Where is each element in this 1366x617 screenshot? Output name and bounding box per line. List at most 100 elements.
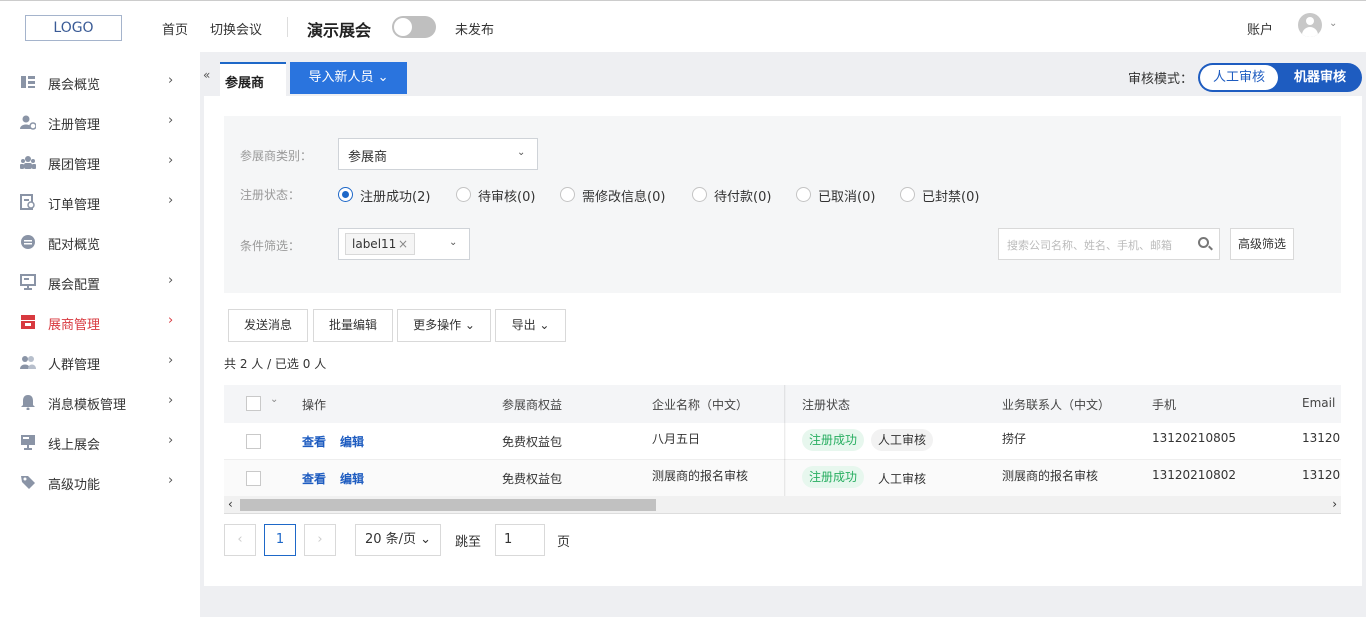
sidebar-item-message-template[interactable]: 消息模板管理 › (0, 382, 200, 422)
category-select[interactable]: 参展商 ⌄ (338, 138, 538, 170)
radio-label: 待付款(0) (714, 190, 772, 205)
page-size-select[interactable]: 20 条/页 ⌄ (355, 524, 441, 556)
publish-toggle[interactable] (392, 16, 436, 38)
table-header: ⌄ 操作 参展商权益 企业名称（中文） 注册状态 业务联系人（中文） 手机 Em… (224, 385, 1341, 423)
send-message-button[interactable]: 发送消息 (228, 309, 308, 342)
nav-home[interactable]: 首页 (162, 19, 188, 38)
chevron-right-icon: › (168, 153, 174, 168)
sidebar-item-match[interactable]: 配对概览 (0, 222, 200, 262)
sidebar-item-label: 人群管理 (48, 358, 101, 373)
radio-ring (796, 187, 811, 202)
sidebar-item-advanced[interactable]: 高级功能 › (0, 462, 200, 502)
col-status: 注册状态 (802, 398, 851, 412)
sidebar-item-exhibitor[interactable]: 展商管理 › (0, 302, 200, 342)
sidebar-item-crowd[interactable]: 人群管理 › (0, 342, 200, 382)
crowd-icon (20, 356, 36, 369)
chevron-right-icon: › (168, 473, 174, 488)
bell-icon (21, 395, 35, 410)
chevron-right-icon: › (168, 313, 174, 328)
search-icon[interactable] (1198, 237, 1209, 248)
sidebar-item-register[interactable]: 注册管理 › (0, 102, 200, 142)
radio-label: 已封禁(0) (922, 190, 980, 205)
chevron-right-icon: › (168, 433, 174, 448)
close-icon[interactable]: × (398, 234, 408, 254)
config-icon (20, 274, 36, 290)
sidebar-item-label: 订单管理 (48, 198, 101, 213)
search-placeholder: 搜索公司名称、姓名、手机、邮箱 (1007, 239, 1172, 252)
review-machine-option[interactable]: 机器审核 (1280, 65, 1360, 90)
chevron-down-icon: ⌄ (517, 147, 526, 158)
expo-title: 演示展会 (307, 21, 372, 40)
jump-page-input[interactable]: 1 (495, 524, 545, 556)
radio-ring (338, 187, 353, 202)
company-cell: 测展商的报名审核 (652, 469, 749, 483)
export-button[interactable]: 导出 ⌄ (495, 309, 566, 342)
page-1-button[interactable]: 1 (264, 524, 296, 556)
nav-switch-meeting[interactable]: 切换会议 (210, 19, 262, 38)
toggle-knob (394, 18, 412, 36)
sidebar-item-label: 配对概览 (48, 238, 101, 253)
chevron-down-icon: ⌄ (449, 237, 458, 248)
row-checkbox[interactable] (246, 434, 261, 449)
publish-status: 未发布 (455, 23, 495, 38)
order-icon (20, 194, 35, 210)
more-actions-button[interactable]: 更多操作 ⌄ (397, 309, 491, 342)
tab-exhibitor[interactable]: 参展商 (220, 62, 286, 96)
phone-cell: 13120210805 (1152, 431, 1236, 445)
sidebar-item-overview[interactable]: 展会概览 › (0, 62, 200, 102)
sidebar-item-config[interactable]: 展会配置 › (0, 262, 200, 302)
review-badge: 人工审核 (878, 472, 927, 486)
condition-tag: label11 × (345, 233, 415, 255)
radio-label: 注册成功(2) (360, 190, 431, 205)
sidebar-item-group[interactable]: 展团管理 › (0, 142, 200, 182)
group-icon (20, 156, 36, 169)
chevron-right-icon: › (168, 113, 174, 128)
chevron-right-icon: › (168, 193, 174, 208)
email-cell: 13120210802 (1302, 468, 1341, 482)
next-page-button[interactable]: › (304, 524, 336, 556)
chevron-right-icon: › (168, 353, 174, 368)
radio-ring (560, 187, 575, 202)
sidebar-item-online-expo[interactable]: 线上展会 › (0, 422, 200, 462)
view-link[interactable]: 查看 (302, 470, 326, 487)
sidebar-item-label: 展会概览 (48, 78, 101, 93)
chevron-down-icon[interactable]: ⌄ (270, 394, 278, 405)
collapse-sidebar-icon[interactable]: « (203, 68, 210, 82)
radio-ring (456, 187, 471, 202)
sidebar-item-label: 高级功能 (48, 478, 101, 493)
horizontal-scrollbar[interactable]: ‹ › (224, 496, 1341, 514)
company-cell: 八月五日 (652, 432, 701, 446)
search-input[interactable]: 搜索公司名称、姓名、手机、邮箱 (998, 228, 1220, 260)
review-manual-option[interactable]: 人工审核 (1200, 65, 1278, 90)
scrollbar-thumb[interactable] (240, 499, 656, 511)
benefit-cell: 免费权益包 (502, 472, 563, 486)
user-register-icon (20, 115, 36, 130)
col-benefit: 参展商权益 (502, 398, 563, 412)
view-link[interactable]: 查看 (302, 433, 326, 450)
overview-icon (21, 76, 35, 88)
row-checkbox[interactable] (246, 471, 261, 486)
sidebar-item-order[interactable]: 订单管理 › (0, 182, 200, 222)
logo[interactable]: LOGO (25, 15, 122, 41)
phone-cell: 13120210802 (1152, 468, 1236, 482)
edit-link[interactable]: 编辑 (340, 433, 364, 450)
edit-link[interactable]: 编辑 (340, 470, 364, 487)
prev-page-button[interactable]: ‹ (224, 524, 256, 556)
select-all-checkbox[interactable] (246, 396, 261, 411)
review-badge: 人工审核 (871, 429, 934, 451)
selection-count: 共 2 人 / 已选 0 人 (224, 357, 327, 371)
import-people-button[interactable]: 导入新人员 ⌄ (290, 62, 407, 94)
batch-edit-button[interactable]: 批量编辑 (313, 309, 393, 342)
sidebar-item-label: 注册管理 (48, 118, 101, 133)
account-link[interactable]: 账户 (1247, 19, 1273, 38)
review-mode-switch: 人工审核 机器审核 (1198, 63, 1362, 92)
radio-label: 已取消(0) (818, 190, 876, 205)
chevron-right-icon: › (168, 273, 174, 288)
chevron-down-icon[interactable]: ⌄ (1329, 18, 1337, 29)
scroll-left-icon[interactable]: ‹ (228, 497, 233, 511)
avatar-body (1302, 27, 1318, 37)
advanced-filter-button[interactable]: 高级筛选 (1230, 228, 1294, 260)
avatar[interactable] (1298, 13, 1322, 37)
sidebar-item-label: 展会配置 (48, 278, 101, 293)
scroll-right-icon[interactable]: › (1332, 497, 1337, 511)
